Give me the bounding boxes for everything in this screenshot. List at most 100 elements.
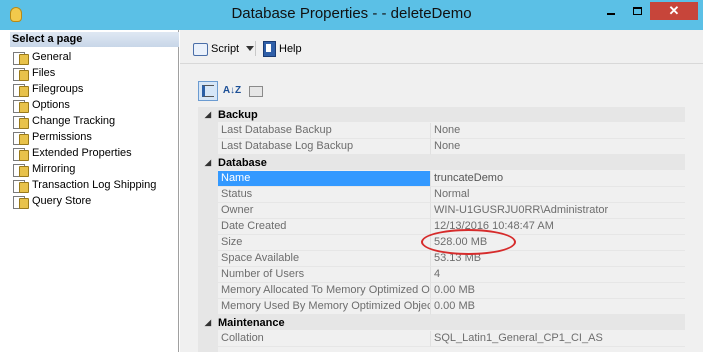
category-backup[interactable]: ◢ Backup xyxy=(198,107,685,122)
property-name: Memory Used By Memory Optimized Objects xyxy=(218,299,431,315)
script-icon xyxy=(192,42,208,56)
script-button[interactable]: Script xyxy=(192,40,255,57)
page-item-label: Options xyxy=(32,99,70,111)
page-wrench-icon xyxy=(12,195,29,209)
page-wrench-icon xyxy=(12,115,29,129)
property-row[interactable]: Size 528.00 MB xyxy=(218,235,685,251)
alphabetical-sort-button[interactable]: A↓Z xyxy=(222,81,242,101)
page-item-mirroring[interactable]: Mirroring xyxy=(12,161,75,177)
property-row[interactable]: Owner WIN-U1GUSRJU0RR\Administrator xyxy=(218,203,685,219)
page-wrench-icon xyxy=(12,179,29,193)
property-name: Last Database Log Backup xyxy=(218,139,431,155)
property-value: 528.00 MB xyxy=(431,235,685,251)
property-pages-icon xyxy=(249,85,263,97)
property-row[interactable]: Space Available 53.13 MB xyxy=(218,251,685,267)
minimize-icon xyxy=(607,13,615,15)
maximize-icon xyxy=(632,7,642,15)
page-wrench-icon xyxy=(12,147,29,161)
page-item-label: Transaction Log Shipping xyxy=(32,179,157,191)
property-value: 12/13/2016 10:48:47 AM xyxy=(431,219,685,235)
page-item-change-tracking[interactable]: Change Tracking xyxy=(12,113,115,129)
property-value: SQL_Latin1_General_CP1_CI_AS xyxy=(431,331,685,347)
minimize-button[interactable] xyxy=(598,2,624,20)
help-button[interactable]: Help xyxy=(262,40,302,57)
property-row[interactable]: Last Database Backup None xyxy=(218,123,685,139)
sort-az-icon: A↓Z xyxy=(222,85,242,96)
page-item-label: Permissions xyxy=(32,131,92,143)
property-name: Status xyxy=(218,187,431,203)
property-name: Last Database Backup xyxy=(218,123,431,139)
title-bar[interactable]: Database Properties - - deleteDemo ✕ xyxy=(0,0,703,30)
maximize-button[interactable] xyxy=(624,2,650,20)
property-row[interactable]: Status Normal xyxy=(218,187,685,203)
page-item-label: Change Tracking xyxy=(32,115,116,127)
property-row[interactable]: Date Created 12/13/2016 10:48:47 AM xyxy=(218,219,685,235)
property-value: None xyxy=(431,123,685,139)
property-value: Normal xyxy=(431,187,685,203)
property-name: Space Available xyxy=(218,251,431,267)
page-wrench-icon xyxy=(12,163,29,177)
page-item-files[interactable]: Files xyxy=(12,65,55,81)
page-wrench-icon xyxy=(12,51,29,65)
category-database[interactable]: ◢ Database xyxy=(198,155,685,170)
property-value: 0.00 MB xyxy=(431,283,685,299)
close-icon: ✕ xyxy=(668,3,680,18)
property-value: 53.13 MB xyxy=(431,251,685,267)
property-row[interactable]: Memory Used By Memory Optimized Objects … xyxy=(218,299,685,315)
collapse-arrow-icon[interactable]: ◢ xyxy=(198,158,218,167)
script-label: Script xyxy=(211,42,240,55)
categorized-icon xyxy=(202,85,214,97)
collapse-arrow-icon[interactable]: ◢ xyxy=(198,110,218,119)
page-item-label: Query Store xyxy=(32,195,92,207)
property-value: 4 xyxy=(431,267,685,283)
page-item-transaction-log-shipping[interactable]: Transaction Log Shipping xyxy=(12,177,156,193)
property-value: None xyxy=(431,139,685,155)
property-row[interactable]: Collation SQL_Latin1_General_CP1_CI_AS xyxy=(218,331,685,347)
property-row[interactable]: Memory Allocated To Memory Optimized Obj… xyxy=(218,283,685,299)
page-item-filegroups[interactable]: Filegroups xyxy=(12,81,83,97)
property-grid-toolbar: A↓Z xyxy=(198,80,266,102)
property-value: 0.00 MB xyxy=(431,299,685,315)
property-row[interactable]: Last Database Log Backup None xyxy=(218,139,685,155)
property-value: truncateDemo xyxy=(431,171,685,187)
chevron-down-icon[interactable] xyxy=(246,46,255,51)
property-name: Memory Allocated To Memory Optimized Obj xyxy=(218,283,431,299)
category-label: Maintenance xyxy=(218,316,285,329)
page-item-label: General xyxy=(32,51,72,63)
property-name: Date Created xyxy=(218,219,431,235)
close-button[interactable]: ✕ xyxy=(650,2,698,20)
page-wrench-icon xyxy=(12,131,29,145)
page-item-options[interactable]: Options xyxy=(12,97,70,113)
toolbar-separator xyxy=(255,41,256,56)
property-name: Size xyxy=(218,235,431,251)
category-label: Backup xyxy=(218,108,258,121)
page-item-label: Files xyxy=(32,67,56,79)
help-label: Help xyxy=(279,42,302,55)
page-item-label: Filegroups xyxy=(32,83,84,95)
page-selector-panel: Select a page General Files Filegroups O… xyxy=(10,30,179,352)
select-page-header: Select a page xyxy=(10,32,179,47)
page-item-extended-properties[interactable]: Extended Properties xyxy=(12,145,132,161)
property-name: Owner xyxy=(218,203,431,219)
category-maintenance[interactable]: ◢ Maintenance xyxy=(198,315,685,330)
page-wrench-icon xyxy=(12,99,29,113)
page-item-permissions[interactable]: Permissions xyxy=(12,129,92,145)
categorized-view-button[interactable] xyxy=(198,81,218,101)
page-item-label: Extended Properties xyxy=(32,147,132,159)
help-book-icon xyxy=(262,41,276,57)
property-value: WIN-U1GUSRJU0RR\Administrator xyxy=(431,203,685,219)
property-name: Name xyxy=(218,171,431,187)
property-name: Collation xyxy=(218,331,431,347)
page-item-general[interactable]: General xyxy=(12,49,71,65)
property-row-selected[interactable]: Name truncateDemo xyxy=(218,171,685,187)
page-wrench-icon xyxy=(12,67,29,81)
page-item-label: Mirroring xyxy=(32,163,76,175)
property-pages-button[interactable] xyxy=(246,81,266,101)
toolbar: Script Help xyxy=(180,32,703,64)
property-row[interactable]: Number of Users 4 xyxy=(218,267,685,283)
category-label: Database xyxy=(218,156,267,169)
collapse-arrow-icon[interactable]: ◢ xyxy=(198,318,218,327)
page-item-query-store[interactable]: Query Store xyxy=(12,193,91,209)
property-name: Number of Users xyxy=(218,267,431,283)
page-wrench-icon xyxy=(12,83,29,97)
